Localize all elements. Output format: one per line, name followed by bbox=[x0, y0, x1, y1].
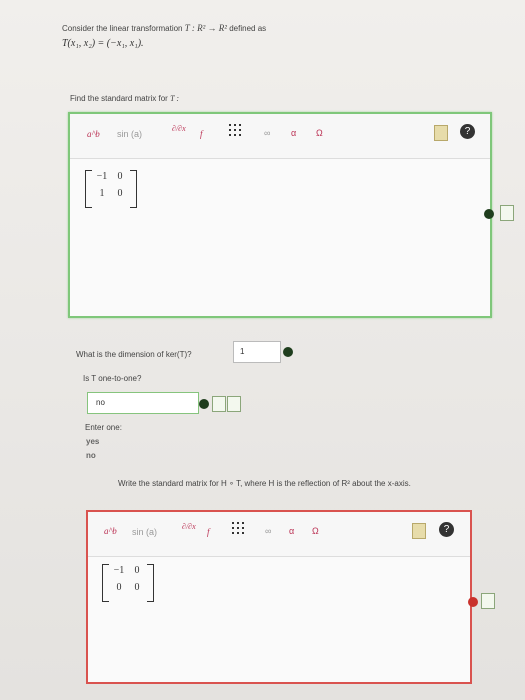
trash-icon[interactable] bbox=[434, 125, 448, 141]
document-icon[interactable] bbox=[500, 205, 514, 221]
editor-toolbar-2: a^b sin (a) ∂/∂x f ∞ α Ω ? bbox=[88, 512, 470, 557]
left-bracket bbox=[102, 564, 109, 602]
right-bracket bbox=[130, 170, 137, 208]
matrix-2[interactable]: −1 0 0 0 bbox=[102, 564, 154, 602]
matrix-cell[interactable]: 0 bbox=[111, 171, 129, 188]
matrix-cell[interactable]: 0 bbox=[128, 565, 146, 582]
composition-prompt: Write the standard matrix for H ∘ T, whe… bbox=[118, 479, 411, 488]
one-to-one-answer[interactable]: no bbox=[87, 392, 199, 414]
infinity-button[interactable]: ∞ bbox=[264, 128, 270, 138]
incorrect-status-icon bbox=[468, 597, 478, 607]
editor-toolbar-1: a^b sin (a) ∂/∂x f ∞ α Ω ? bbox=[70, 114, 490, 159]
superscript-button[interactable]: a^b bbox=[104, 526, 117, 536]
intro-text: Consider the linear transformation bbox=[62, 24, 183, 33]
correct-status-icon bbox=[484, 209, 494, 219]
right-bracket bbox=[147, 564, 154, 602]
matrix-grid-icon[interactable] bbox=[232, 522, 244, 534]
alpha-button[interactable]: α bbox=[291, 128, 296, 138]
document-icon[interactable] bbox=[481, 593, 495, 609]
matrix-cell[interactable]: 0 bbox=[111, 188, 129, 205]
matrix-cell[interactable]: 0 bbox=[110, 582, 128, 599]
calculator-icon[interactable] bbox=[212, 396, 226, 412]
worksheet-page: Consider the linear transformation T : R… bbox=[0, 0, 525, 700]
one-to-one-prompt: Is T one-to-one? bbox=[83, 374, 142, 383]
matrix-cell[interactable]: 0 bbox=[128, 582, 146, 599]
left-bracket bbox=[85, 170, 92, 208]
derivative-button[interactable]: ∂/∂x bbox=[182, 522, 196, 531]
omega-button[interactable]: Ω bbox=[312, 526, 319, 536]
defined-as-text: defined as bbox=[229, 24, 267, 33]
matrix-editor-2[interactable]: a^b sin (a) ∂/∂x f ∞ α Ω ? −1 0 0 0 bbox=[86, 510, 472, 684]
help-icon[interactable]: ? bbox=[460, 124, 475, 139]
question-intro: Consider the linear transformation T : R… bbox=[62, 23, 266, 33]
find-matrix-prompt: Find the standard matrix for T : bbox=[70, 94, 179, 103]
correct-status-icon bbox=[283, 347, 293, 357]
find-matrix-symbol: T : bbox=[170, 94, 180, 103]
correct-status-icon bbox=[199, 399, 209, 409]
option-yes[interactable]: yes bbox=[86, 437, 99, 446]
sin-button[interactable]: sin (a) bbox=[117, 129, 142, 139]
help-icon[interactable]: ? bbox=[439, 522, 454, 537]
matrix-cell[interactable]: 1 bbox=[93, 188, 111, 205]
sin-button[interactable]: sin (a) bbox=[132, 527, 157, 537]
matrix-grid-icon[interactable] bbox=[229, 124, 241, 136]
find-matrix-label: Find the standard matrix for bbox=[70, 94, 168, 103]
matrix-editor-1[interactable]: a^b sin (a) ∂/∂x f ∞ α Ω ? −1 0 1 0 bbox=[68, 112, 492, 318]
superscript-button[interactable]: a^b bbox=[87, 129, 100, 139]
infinity-button[interactable]: ∞ bbox=[265, 526, 271, 536]
trash-icon[interactable] bbox=[412, 523, 426, 539]
function-button[interactable]: f bbox=[207, 527, 210, 537]
transformation-rule: T(x₁, x₂) = (−x₁, x₁). bbox=[62, 38, 144, 49]
document-icon[interactable] bbox=[227, 396, 241, 412]
option-no[interactable]: no bbox=[86, 451, 96, 460]
omega-button[interactable]: Ω bbox=[316, 128, 323, 138]
matrix-cell[interactable]: −1 bbox=[93, 171, 111, 188]
matrix-1[interactable]: −1 0 1 0 bbox=[85, 170, 137, 208]
kernel-dimension-input[interactable]: 1 bbox=[233, 341, 281, 363]
derivative-button[interactable]: ∂/∂x bbox=[172, 124, 186, 133]
enter-one-label: Enter one: bbox=[85, 423, 122, 432]
transformation-map: T : R² → R² bbox=[184, 23, 227, 33]
kernel-dimension-prompt: What is the dimension of ker(T)? bbox=[76, 350, 192, 359]
alpha-button[interactable]: α bbox=[289, 526, 294, 536]
matrix-cell[interactable]: −1 bbox=[110, 565, 128, 582]
function-button[interactable]: f bbox=[200, 129, 203, 139]
